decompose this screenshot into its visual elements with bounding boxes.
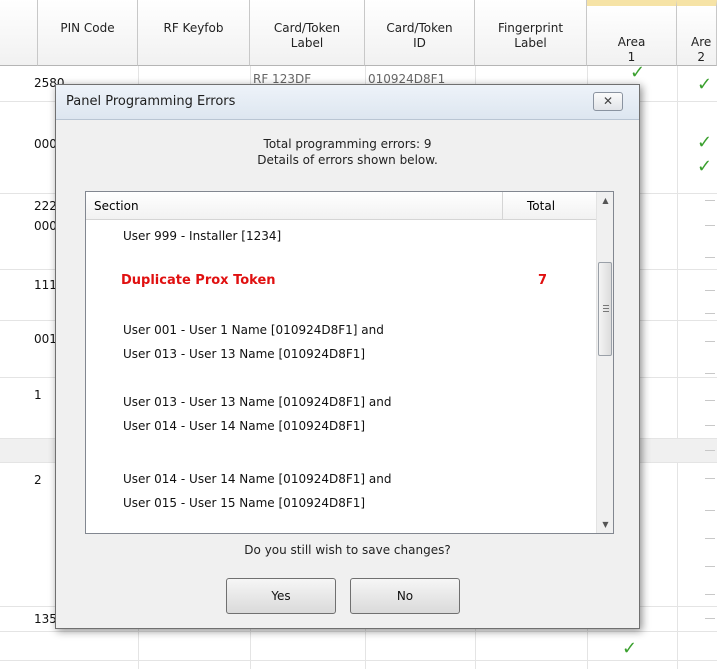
col-header-fingerprint-label[interactable]: Fingerprint Label — [475, 0, 587, 66]
yes-button[interactable]: Yes — [226, 578, 336, 614]
pin-cell[interactable]: 1 — [34, 388, 42, 402]
area-2-check-icon[interactable]: ✓ — [697, 132, 712, 153]
list-item[interactable]: User 013 - User 13 Name [010924D8F1] — [123, 347, 365, 361]
no-button[interactable]: No — [350, 578, 460, 614]
errors-list-scrollbar[interactable]: ▲ ▼ — [596, 192, 613, 533]
list-item[interactable]: User 001 - User 1 Name [010924D8F1] and — [123, 323, 384, 337]
errors-list[interactable]: Section Total User 999 - Installer [1234… — [85, 191, 614, 534]
save-question: Do you still wish to save changes? — [244, 543, 451, 557]
col-header-area-1[interactable]: Area 1 — [587, 0, 677, 66]
programming-errors-dialog: Panel Programming Errors ✕ Total program… — [55, 84, 640, 629]
close-icon: ✕ — [602, 94, 614, 108]
error-count-text: Total programming errors: 9 — [263, 137, 432, 151]
list-item[interactable]: User 015 - User 15 Name [010924D8F1] — [123, 496, 365, 510]
scroll-up-arrow-icon[interactable]: ▲ — [597, 192, 613, 209]
pin-cell[interactable]: 000 — [34, 219, 57, 233]
pin-cell[interactable]: 222 — [34, 199, 57, 213]
col-header-total[interactable]: Total — [527, 199, 555, 213]
col-header-area-2[interactable]: Are 2 — [677, 0, 717, 66]
col-header-rf-keyfob[interactable]: RF Keyfob — [138, 0, 250, 66]
scrollbar-thumb[interactable] — [598, 262, 612, 356]
pin-cell[interactable]: 000 — [34, 137, 57, 151]
pin-cell[interactable]: 2 — [34, 473, 42, 487]
close-button[interactable]: ✕ — [593, 92, 623, 111]
pin-cell[interactable]: 111 — [34, 278, 57, 292]
list-item[interactable]: User 013 - User 13 Name [010924D8F1] and — [123, 395, 391, 409]
area-1-check-icon[interactable]: ✓ — [630, 62, 645, 83]
col-header-pin-code[interactable]: PIN Code — [38, 0, 138, 66]
pin-cell[interactable]: 135 — [34, 612, 57, 626]
list-item[interactable]: User 014 - User 14 Name [010924D8F1] and — [123, 472, 391, 486]
col-header-section[interactable]: Section — [94, 199, 139, 213]
area-2-check-icon[interactable]: ✓ — [697, 156, 712, 177]
scroll-down-arrow-icon[interactable]: ▼ — [597, 516, 613, 533]
list-item[interactable]: User 999 - Installer [1234] — [123, 229, 281, 243]
error-category-total: 7 — [538, 273, 548, 288]
dialog-titlebar[interactable]: Panel Programming Errors ✕ — [56, 85, 639, 120]
row-header-corner — [0, 0, 38, 66]
area-2-check-icon[interactable]: ✓ — [697, 74, 712, 95]
error-category-row[interactable]: Duplicate Prox Token — [121, 273, 276, 288]
dialog-title: Panel Programming Errors — [66, 94, 236, 109]
errors-list-header: Section Total — [86, 192, 596, 220]
pin-cell[interactable]: 001 — [34, 332, 57, 346]
area-1-check-icon[interactable]: ✓ — [622, 638, 637, 659]
details-text: Details of errors shown below. — [257, 153, 438, 167]
col-header-card-token-label[interactable]: Card/Token Label — [250, 0, 365, 66]
list-item[interactable]: User 014 - User 14 Name [010924D8F1] — [123, 419, 365, 433]
col-header-card-token-id[interactable]: Card/Token ID — [365, 0, 475, 66]
